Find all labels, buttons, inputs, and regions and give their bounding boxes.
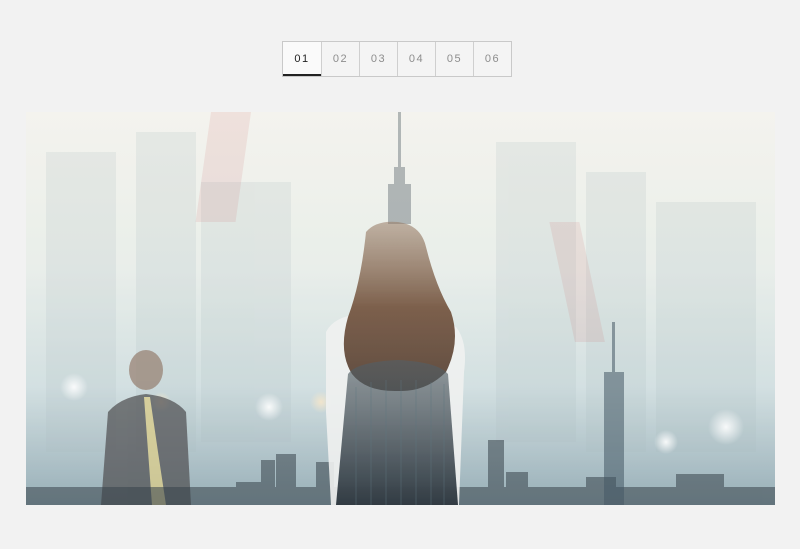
hero-image [26,112,775,505]
slide-tab-05[interactable]: 05 [435,42,473,76]
page: 01 02 03 04 05 06 [0,0,800,549]
slide-tab-06[interactable]: 06 [473,42,511,76]
slide-tab-03[interactable]: 03 [359,42,397,76]
double-exposure-city-photo [26,112,775,505]
slide-tab-02[interactable]: 02 [321,42,359,76]
slide-tab-01[interactable]: 01 [283,42,321,76]
slide-tab-04[interactable]: 04 [397,42,435,76]
slide-pagination: 01 02 03 04 05 06 [282,41,512,77]
